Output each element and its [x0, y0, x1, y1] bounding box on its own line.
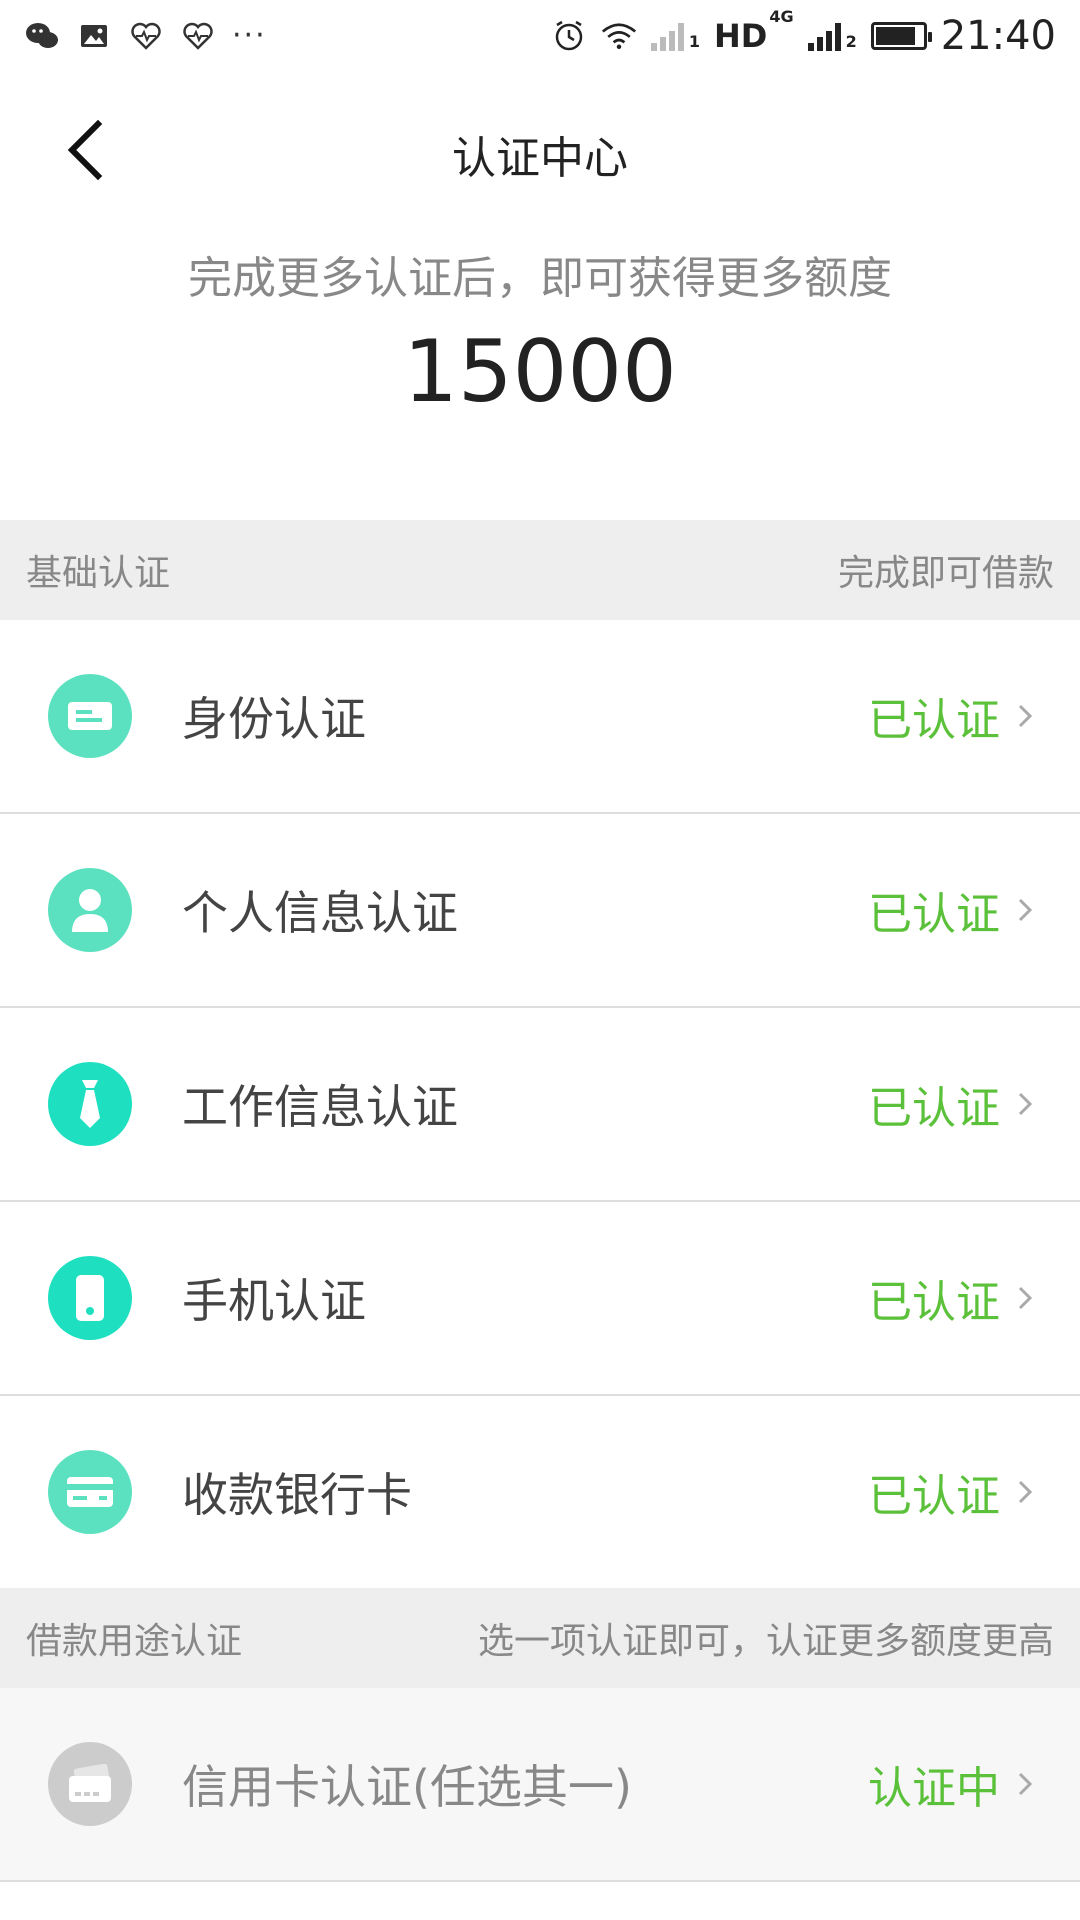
status-badge: 已认证: [868, 1083, 1000, 1134]
battery-level: [875, 27, 915, 45]
list-item-identity[interactable]: 身份认证 已认证: [0, 620, 1080, 814]
chevron-right-icon: [1016, 1688, 1034, 1880]
status-bar-system: 1 HD4G 2 21:40: [551, 7, 1056, 60]
signal-sim1-icon: 1: [650, 21, 700, 51]
chevron-right-icon: [1016, 1202, 1034, 1394]
list-item-label: 手机认证: [182, 1274, 366, 1328]
sim1-label: 1: [688, 32, 700, 51]
credit-summary: 完成更多认证后，即可获得更多额度 15000: [0, 222, 1080, 522]
purpose-section-header: 借款用途认证 选一项认证即可，认证更多额度更高: [0, 1588, 1080, 1688]
alarm-icon: [551, 18, 587, 54]
status-badge: 已认证: [868, 889, 1000, 940]
credit-subtitle: 完成更多认证后，即可获得更多额度: [188, 253, 892, 304]
purpose-section-note: 选一项认证即可，认证更多额度更高: [477, 1621, 1054, 1662]
sim2-label: 2: [845, 32, 857, 51]
heart-rate-icon: [180, 18, 216, 54]
list-item-bank-card[interactable]: 收款银行卡 已认证: [0, 1396, 1080, 1590]
list-item-label: 身份认证: [182, 692, 366, 746]
list-item-phone[interactable]: 手机认证 已认证: [0, 1202, 1080, 1396]
status-badge: 已认证: [868, 1471, 1000, 1522]
nav-bar: 认证中心: [0, 72, 1080, 222]
tie-icon: [48, 1062, 132, 1146]
network-type: HD4G: [713, 7, 794, 55]
credit-amount: 15000: [403, 322, 677, 422]
bank-card-icon: [48, 1450, 132, 1534]
phone-icon: [48, 1256, 132, 1340]
list-item-personal-info[interactable]: 个人信息认证 已认证: [0, 814, 1080, 1008]
id-card-icon: [48, 674, 132, 758]
credit-card-icon: [48, 1742, 132, 1826]
network-label: HD: [713, 17, 768, 55]
basic-section-header: 基础认证 完成即可借款: [0, 520, 1080, 620]
page-title: 认证中心: [452, 133, 628, 184]
wechat-icon: [24, 18, 60, 54]
list-item-work-info[interactable]: 工作信息认证 已认证: [0, 1008, 1080, 1202]
signal-sim2-icon: 2: [807, 21, 857, 51]
network-sup-label: 4G: [769, 7, 794, 26]
basic-section-title: 基础认证: [26, 553, 171, 594]
image-icon: [76, 18, 112, 54]
battery-icon: [870, 22, 932, 50]
list-item-label: 信用卡认证(任选其一): [182, 1760, 632, 1814]
purpose-section-title: 借款用途认证: [26, 1621, 243, 1662]
more-dots-icon: ···: [232, 18, 267, 53]
list-item-label: 工作信息认证: [182, 1080, 458, 1134]
chevron-right-icon: [1016, 814, 1034, 1006]
person-icon: [48, 868, 132, 952]
chevron-right-icon: [1016, 1008, 1034, 1200]
list-item-label: 收款银行卡: [182, 1468, 412, 1522]
status-bar-notifications: ···: [24, 16, 267, 56]
list-item-credit-card[interactable]: 信用卡认证(任选其一) 认证中: [0, 1688, 1080, 1882]
basic-section-note: 完成即可借款: [837, 553, 1054, 594]
list-item-label: 个人信息认证: [182, 886, 458, 940]
heart-rate-icon: [128, 18, 164, 54]
chevron-right-icon: [1016, 620, 1034, 812]
wifi-icon: [601, 18, 637, 54]
status-badge: 已认证: [868, 1277, 1000, 1328]
chevron-right-icon: [1016, 1396, 1034, 1588]
status-bar: ··· 1 HD4G 2 21:40: [0, 0, 1080, 72]
status-badge: 认证中: [868, 1763, 1000, 1814]
status-badge: 已认证: [868, 695, 1000, 746]
clock: 21:40: [940, 13, 1056, 59]
